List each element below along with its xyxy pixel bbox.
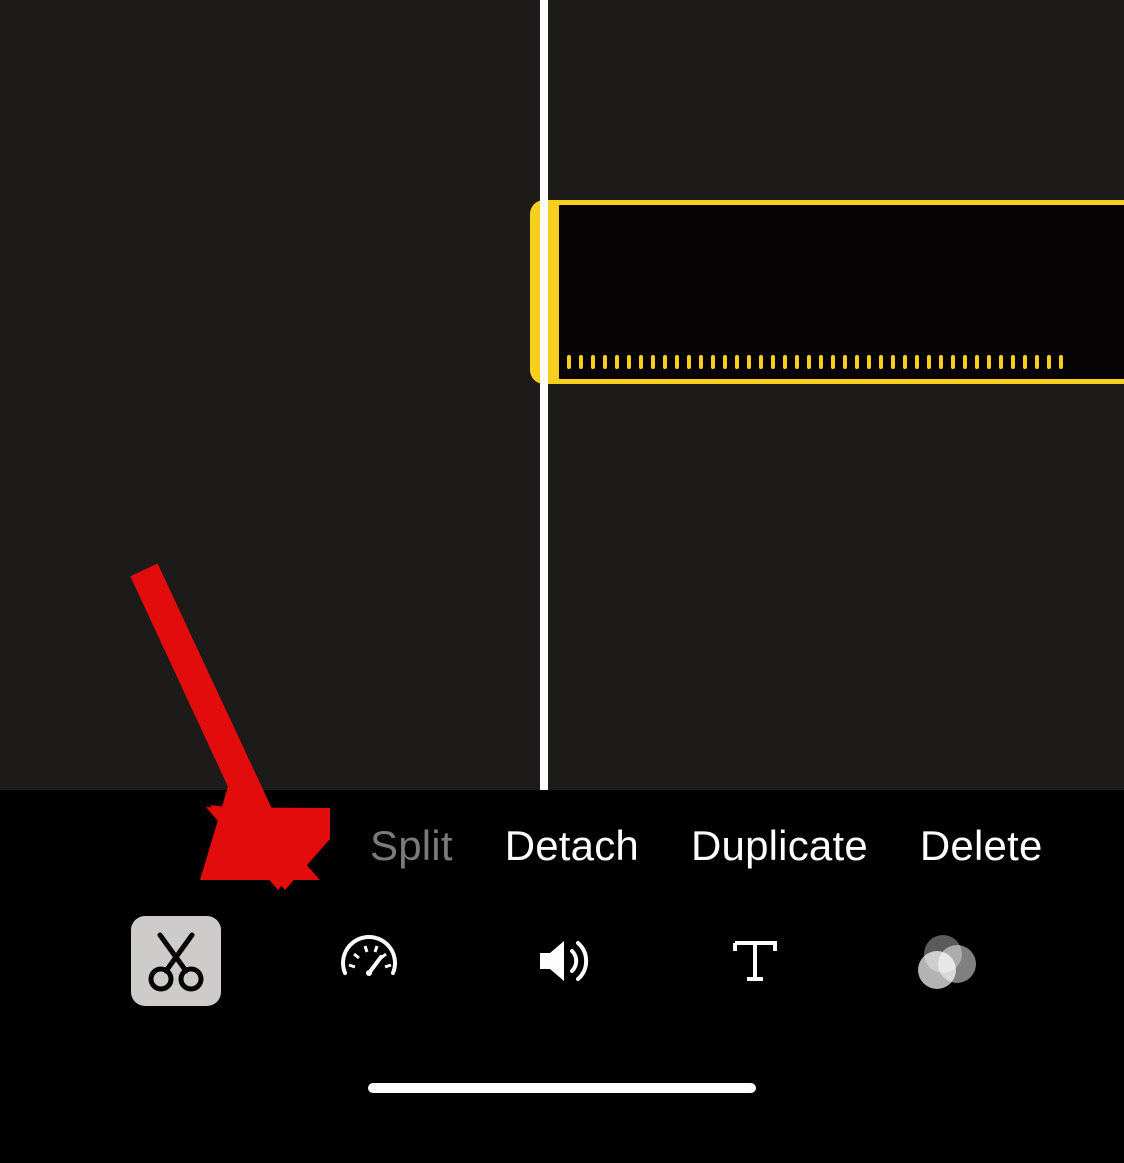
scissors-icon (144, 929, 208, 993)
timeline-area[interactable] (0, 0, 1124, 790)
home-indicator[interactable] (368, 1083, 756, 1093)
action-row: Split Detach Duplicate Delete (0, 822, 1124, 870)
text-icon (723, 929, 787, 993)
volume-tool[interactable] (517, 916, 607, 1006)
playhead[interactable] (540, 0, 548, 790)
tool-row (0, 918, 1124, 1004)
detach-button[interactable]: Detach (505, 822, 639, 870)
clip-tick-marks (567, 355, 1124, 373)
filters-tool[interactable] (903, 916, 993, 1006)
speed-tool[interactable] (324, 916, 414, 1006)
actions-tool[interactable] (131, 916, 221, 1006)
speaker-icon (530, 929, 594, 993)
delete-button[interactable]: Delete (920, 822, 1043, 870)
titles-tool[interactable] (710, 916, 800, 1006)
filters-icon (916, 929, 980, 993)
speedometer-icon (337, 929, 401, 993)
selected-clip[interactable] (530, 200, 1124, 384)
split-button: Split (370, 822, 453, 870)
duplicate-button[interactable]: Duplicate (691, 822, 868, 870)
